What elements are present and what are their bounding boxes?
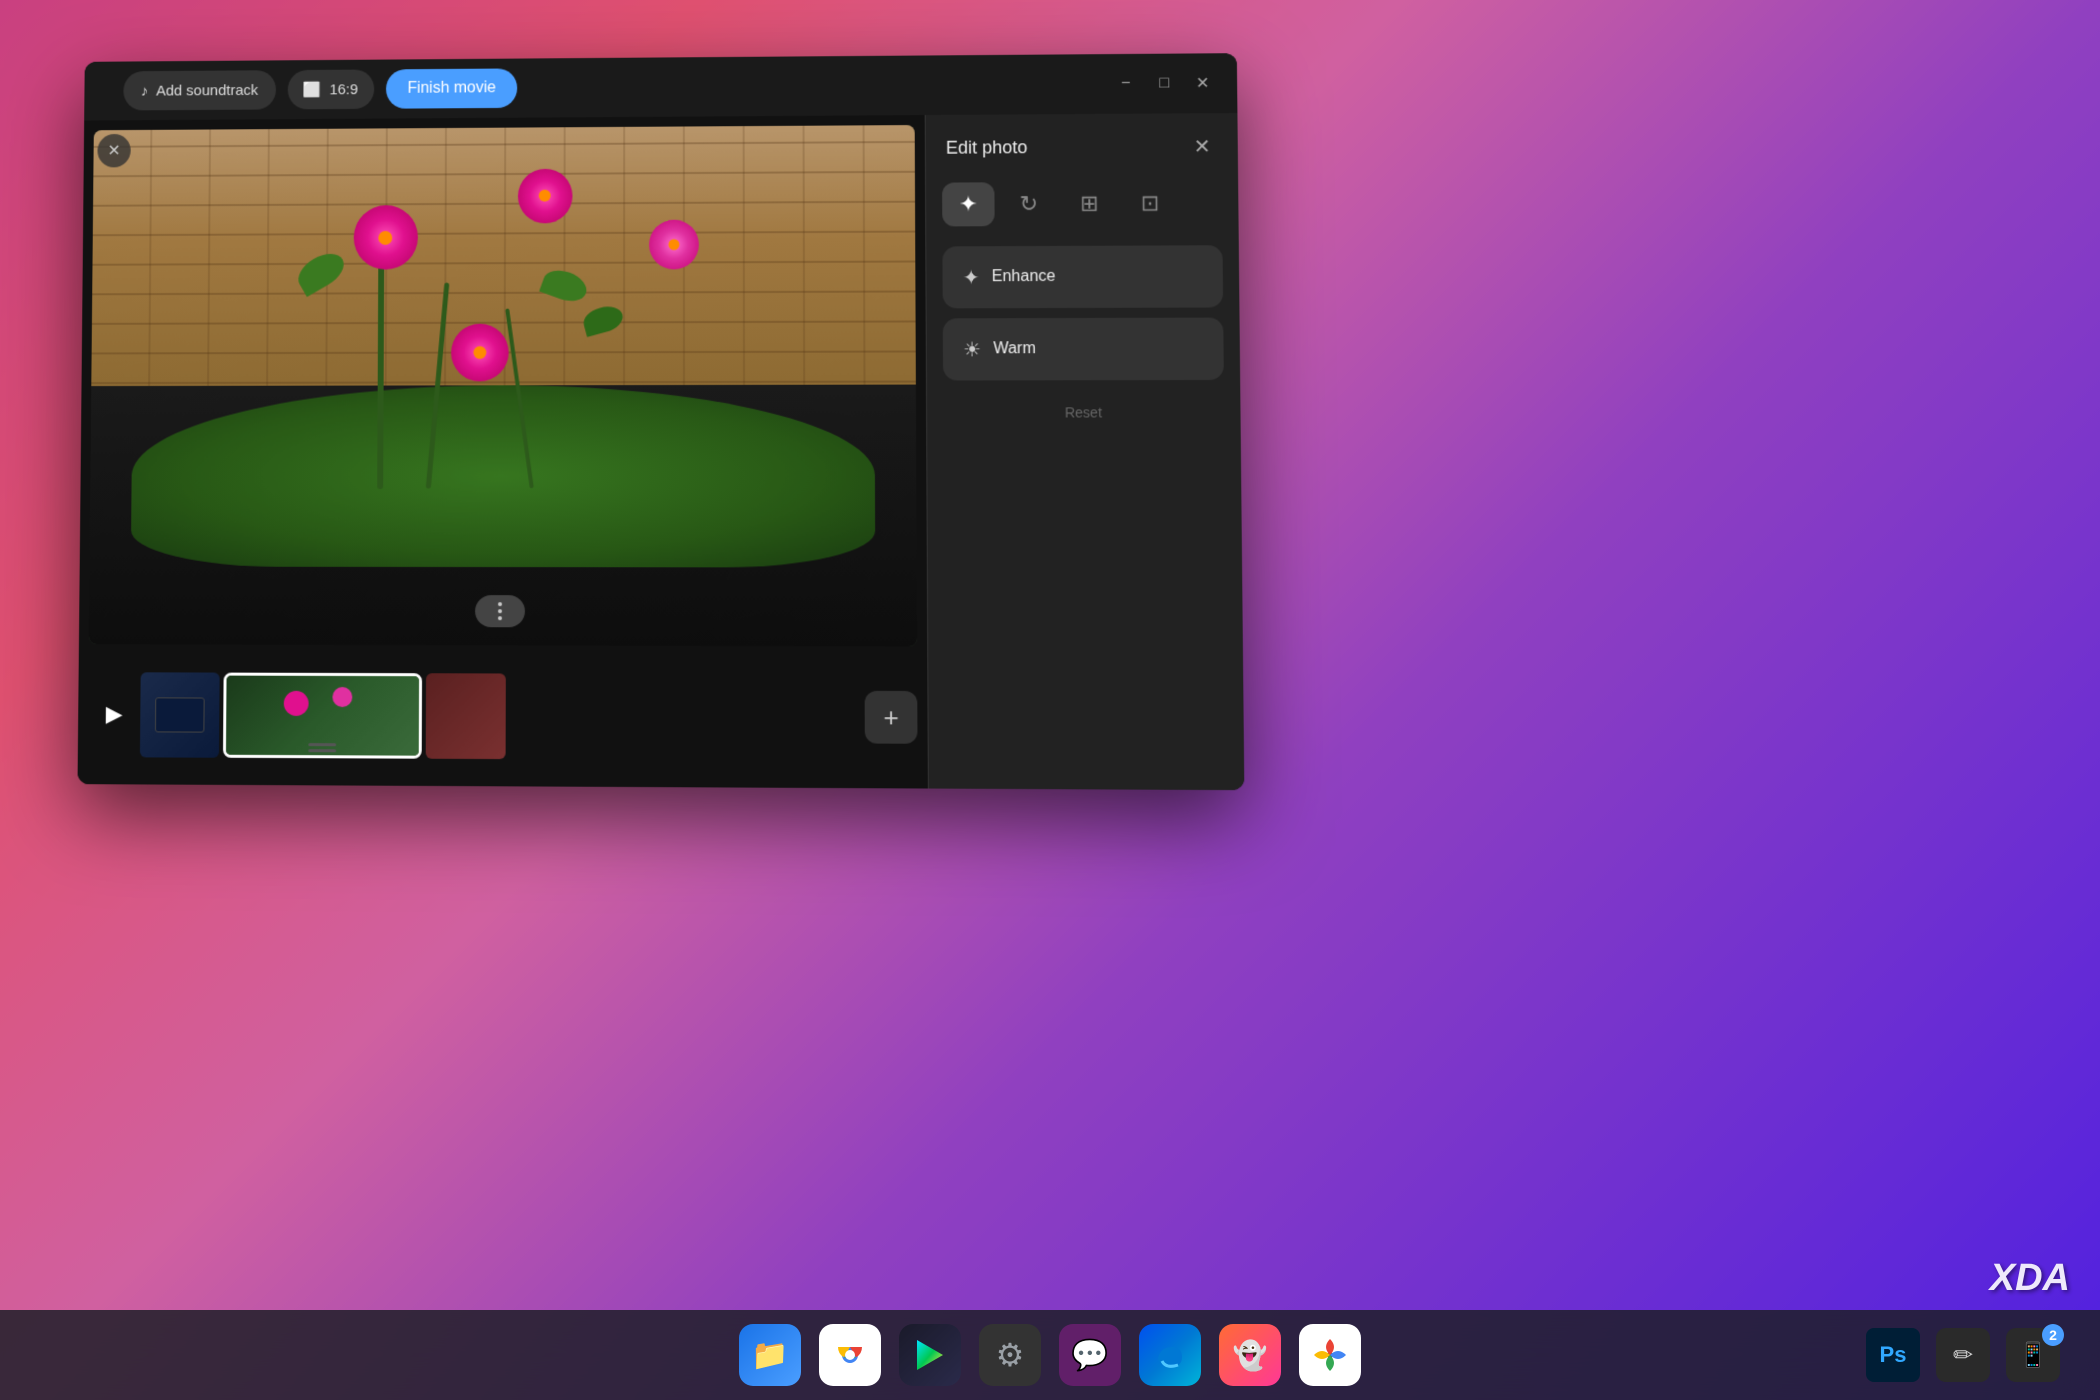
enhance-icon: ✦ <box>963 265 980 290</box>
add-clip-button[interactable]: + <box>865 691 918 744</box>
taskbar-snap[interactable]: 👻 <box>1219 1324 1281 1386</box>
minimize-button[interactable]: − <box>1112 70 1141 98</box>
reset-button[interactable]: Reset <box>927 392 1241 433</box>
music-icon: ♪ <box>141 82 148 99</box>
settings-icon: ⚙ <box>996 1336 1025 1374</box>
more-options-button[interactable] <box>475 595 525 627</box>
taskbar-chrome[interactable] <box>819 1324 881 1386</box>
taskbar: 📁 <box>0 1310 2100 1400</box>
play-store-icon <box>913 1338 947 1372</box>
tab-rotate[interactable]: ↻ <box>1002 182 1055 226</box>
edit-tabs: ✦ ↻ ⊞ ⊡ <box>926 173 1239 235</box>
title-bar: ♪ Add soundtrack ⬜ 16:9 Finish movie − □… <box>84 53 1237 120</box>
clip-3[interactable] <box>426 673 506 759</box>
video-area: ✕ <box>78 115 928 788</box>
clip-1-thumbnail <box>140 672 220 757</box>
ps-icon: Ps <box>1880 1342 1907 1368</box>
sparkle-icon: ✦ <box>959 191 978 217</box>
taskbar-play-store[interactable] <box>899 1324 961 1386</box>
taskbar-edge[interactable] <box>1139 1324 1201 1386</box>
flower-1-center <box>378 230 392 244</box>
taskbar-tablet-wrapper: 📱 2 <box>2006 1328 2060 1382</box>
green-foliage <box>130 385 874 568</box>
dot-1 <box>498 602 502 606</box>
main-content: ✕ <box>78 113 1245 790</box>
tab-enhance[interactable]: ✦ <box>942 182 995 226</box>
edit-panel-header: Edit photo ✕ <box>926 113 1238 175</box>
notification-badge: 2 <box>2042 1324 2064 1346</box>
edit-panel: Edit photo ✕ ✦ ↻ ⊞ ⊡ <box>925 113 1245 790</box>
clip-drag-handle[interactable] <box>300 740 344 755</box>
xda-watermark: XDA <box>1990 1257 2070 1300</box>
aspect-icon: ⬜ <box>303 81 321 99</box>
edit-options: ✦ Enhance ☀ Warm <box>926 233 1240 392</box>
play-button[interactable]: ▶ <box>98 693 131 735</box>
taskbar-right-area: Ps ✏ 📱 2 <box>1866 1328 2060 1382</box>
snap-icon: 👻 <box>1233 1339 1268 1372</box>
clip-3-thumbnail <box>426 673 506 759</box>
clip-1[interactable] <box>140 672 220 757</box>
warm-icon: ☀ <box>963 337 981 362</box>
files-icon: 📁 <box>751 1338 788 1373</box>
edit-panel-title: Edit photo <box>946 137 1028 158</box>
taskbar-pencil[interactable]: ✏ <box>1936 1328 1990 1382</box>
taskbar-pinwheel[interactable] <box>1299 1324 1361 1386</box>
aspect-ratio-button[interactable]: ⬜ 16:9 <box>287 69 374 109</box>
flower-2-center <box>539 190 551 202</box>
pencil-icon: ✏ <box>1953 1341 1973 1370</box>
flower-4-center <box>474 346 487 359</box>
three-dots-icon <box>498 602 502 620</box>
plant-stem-1 <box>377 231 384 489</box>
taskbar-photoshop[interactable]: Ps <box>1866 1328 1920 1382</box>
close-button[interactable]: ✕ <box>1188 69 1217 97</box>
toolbar-buttons: ♪ Add soundtrack ⬜ 16:9 Finish movie <box>123 68 517 110</box>
drag-bar-1 <box>308 743 336 746</box>
tab-crop[interactable]: ⊡ <box>1124 181 1177 225</box>
photo-content <box>89 125 917 646</box>
title-bar-controls: − □ ✕ <box>1112 69 1217 98</box>
slack-icon: 💬 <box>1071 1338 1108 1373</box>
crop-icon: ⊡ <box>1141 190 1160 216</box>
warm-button[interactable]: ☀ Warm <box>943 318 1224 381</box>
dot-2 <box>498 609 502 613</box>
clip-2-selected[interactable] <box>223 672 422 758</box>
taskbar-slack[interactable]: 💬 <box>1059 1324 1121 1386</box>
drag-bar-2 <box>308 749 336 752</box>
flower-photo <box>89 125 917 646</box>
timeline-strip <box>140 672 855 760</box>
flower-3 <box>649 219 699 269</box>
timeline-area: ▶ <box>78 644 928 788</box>
sliders-icon: ⊞ <box>1080 191 1099 217</box>
finish-movie-button[interactable]: Finish movie <box>386 68 518 108</box>
desktop: ♪ Add soundtrack ⬜ 16:9 Finish movie − □… <box>0 0 2100 1400</box>
taskbar-settings[interactable]: ⚙ <box>979 1324 1041 1386</box>
enhance-button[interactable]: ✦ Enhance <box>942 245 1223 308</box>
pinwheel-icon <box>1312 1337 1348 1373</box>
taskbar-files[interactable]: 📁 <box>739 1324 801 1386</box>
dot-3 <box>498 616 502 620</box>
chrome-icon <box>832 1337 868 1373</box>
photo-display <box>89 125 917 646</box>
add-soundtrack-button[interactable]: ♪ Add soundtrack <box>123 70 276 110</box>
flower-4 <box>451 323 509 381</box>
flower-3-center <box>669 239 680 250</box>
flower-2 <box>517 168 572 223</box>
laptop-icon <box>155 697 205 732</box>
flower-1 <box>353 205 417 270</box>
edge-icon <box>1152 1337 1188 1373</box>
rotate-icon: ↻ <box>1019 191 1038 217</box>
maximize-button[interactable]: □ <box>1150 70 1179 98</box>
app-window: ♪ Add soundtrack ⬜ 16:9 Finish movie − □… <box>78 53 1245 790</box>
tab-adjust[interactable]: ⊞ <box>1063 182 1116 226</box>
edit-panel-close-button[interactable]: ✕ <box>1187 131 1218 161</box>
tablet-icon: 📱 <box>2018 1341 2048 1370</box>
